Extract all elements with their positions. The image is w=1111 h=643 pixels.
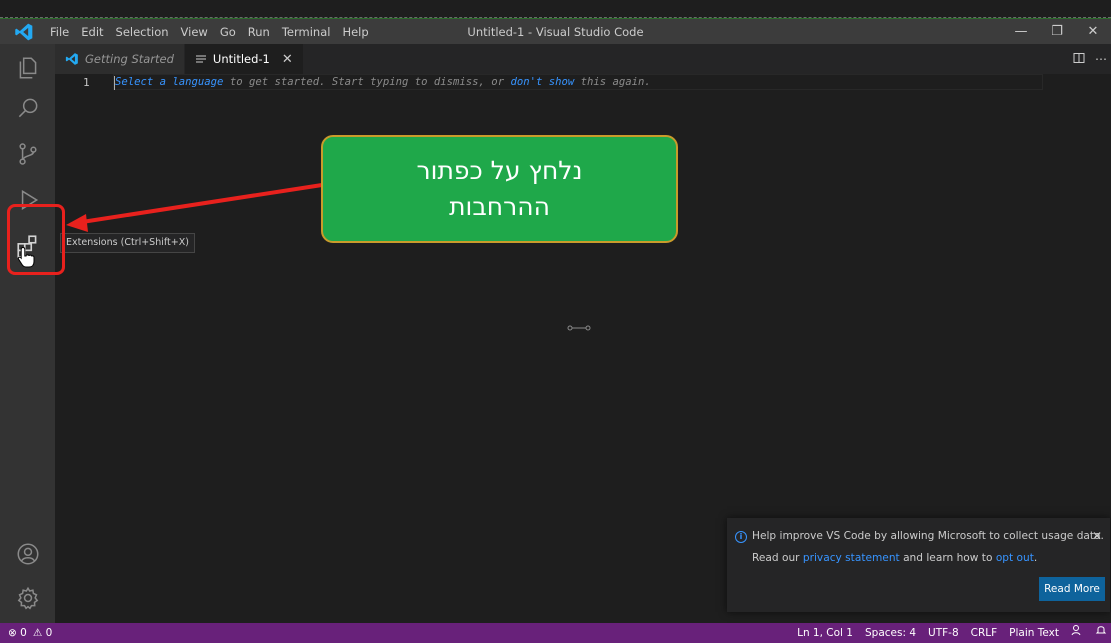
tab-untitled-1[interactable]: Untitled-1 ✕ xyxy=(184,44,304,74)
menu-terminal[interactable]: Terminal xyxy=(276,19,337,45)
opt-out-link[interactable]: opt out xyxy=(996,552,1034,564)
info-icon: i xyxy=(735,531,747,543)
source-control-button[interactable] xyxy=(0,130,55,178)
tab-getting-started[interactable]: Getting Started xyxy=(55,44,185,74)
dont-show-link[interactable]: don't show xyxy=(510,76,574,88)
feedback-icon[interactable] xyxy=(1071,623,1083,643)
menu-edit[interactable]: Edit xyxy=(75,19,109,45)
menu-view[interactable]: View xyxy=(175,19,214,45)
menu-bar: File Edit Selection View Go Run Terminal… xyxy=(44,19,375,45)
more-actions-icon[interactable]: ⋯ xyxy=(1095,52,1107,66)
files-icon xyxy=(19,57,36,79)
select-language-link[interactable]: Select a language xyxy=(115,76,223,88)
activity-bar xyxy=(0,44,55,623)
encoding[interactable]: UTF-8 xyxy=(928,623,959,643)
callout-line-1: נלחץ על כפתור xyxy=(416,156,583,185)
hint-text: to get started. Start typing to dismiss,… xyxy=(223,76,511,88)
window-controls: — ❐ ✕ xyxy=(1003,19,1111,45)
callout-line-2: ההרחבות xyxy=(449,192,550,221)
search-icon xyxy=(18,98,37,118)
read-more-button[interactable]: Read More xyxy=(1039,577,1105,601)
vscode-logo-icon xyxy=(65,52,79,66)
menu-go[interactable]: Go xyxy=(214,19,242,45)
source-control-icon xyxy=(18,143,37,165)
account-icon xyxy=(16,543,39,565)
resize-handle-icon xyxy=(567,325,591,331)
extensions-highlight-box xyxy=(7,204,65,275)
editor-tab-bar: Getting Started Untitled-1 ✕ ⋯ xyxy=(55,44,1111,74)
indentation[interactable]: Spaces: 4 xyxy=(865,623,916,643)
notification-close-button[interactable]: ✕ xyxy=(1092,529,1102,543)
menu-run[interactable]: Run xyxy=(242,19,276,45)
tab-label: Getting Started xyxy=(85,52,174,66)
tab-close-button[interactable]: ✕ xyxy=(282,52,293,67)
cursor-position[interactable]: Ln 1, Col 1 xyxy=(797,623,853,643)
notification-detail: Read our privacy statement and learn how… xyxy=(752,552,1037,564)
notifications-bell-icon[interactable] xyxy=(1095,623,1107,643)
notification-message: Help improve VS Code by allowing Microso… xyxy=(752,530,1104,542)
split-editor-icon[interactable] xyxy=(1073,52,1085,67)
title-bar: File Edit Selection View Go Run Terminal… xyxy=(0,18,1111,44)
close-window-button[interactable]: ✕ xyxy=(1075,19,1111,45)
telemetry-notification: i Help improve VS Code by allowing Micro… xyxy=(727,518,1110,612)
notification-text: . xyxy=(1033,552,1038,564)
screen-top-strip xyxy=(0,0,1111,18)
menu-file[interactable]: File xyxy=(44,19,75,45)
end-of-line[interactable]: CRLF xyxy=(971,623,998,643)
manage-button[interactable] xyxy=(0,574,55,622)
notification-text: and learn how to xyxy=(899,552,996,564)
hebrew-callout: נלחץ על כפתור ההרחבות xyxy=(321,135,678,243)
empty-editor-hint: Select a language to get started. Start … xyxy=(115,76,651,88)
pointer-arrow xyxy=(66,183,323,232)
menu-selection[interactable]: Selection xyxy=(110,19,175,45)
gear-icon xyxy=(17,586,38,610)
file-lines-icon xyxy=(195,53,207,65)
accounts-button[interactable] xyxy=(0,530,55,578)
line-number: 1 xyxy=(83,76,90,89)
hint-text-end: this again. xyxy=(574,76,651,88)
errors-count[interactable]: ⊗ 0 xyxy=(8,623,27,643)
minimize-button[interactable]: — xyxy=(1003,19,1039,45)
privacy-statement-link[interactable]: privacy statement xyxy=(803,552,900,564)
notification-text: Read our xyxy=(752,552,803,564)
search-button[interactable] xyxy=(0,84,55,132)
vscode-window: File Edit Selection View Go Run Terminal… xyxy=(0,0,1111,643)
language-mode[interactable]: Plain Text xyxy=(1009,623,1059,643)
tab-label: Untitled-1 xyxy=(212,52,270,66)
restore-button[interactable]: ❐ xyxy=(1039,19,1075,45)
editor-actions: ⋯ xyxy=(1073,44,1107,74)
menu-help[interactable]: Help xyxy=(336,19,374,45)
vscode-logo-icon xyxy=(15,23,33,40)
warnings-count[interactable]: ⚠ 0 xyxy=(33,623,52,643)
status-bar: ⊗ 0 ⚠ 0 Ln 1, Col 1 Spaces: 4 UTF-8 CRLF… xyxy=(0,623,1111,643)
